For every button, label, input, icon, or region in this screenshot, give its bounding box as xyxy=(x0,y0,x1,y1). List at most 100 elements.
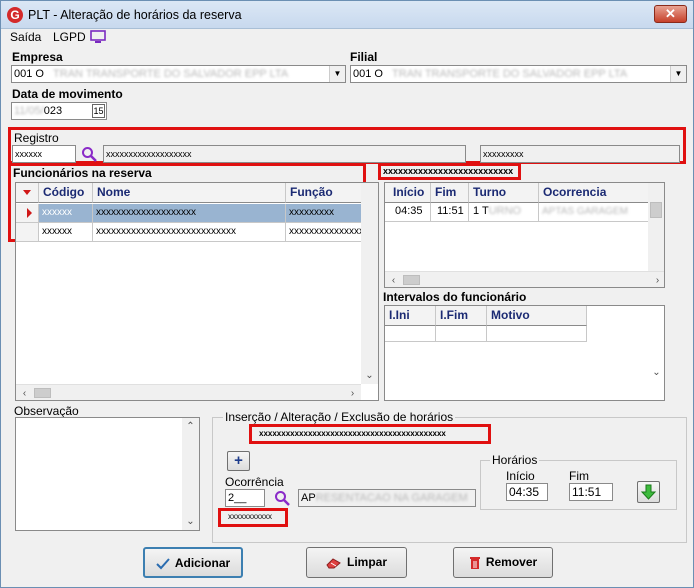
turno-visible: 1 T xyxy=(473,205,489,217)
ocorrencia-note: xxxxxxxxxxx xyxy=(228,512,272,521)
date-visible-part: 023 xyxy=(43,105,63,117)
filial-blurred-text: TRAN TRANSPORTE DO SALVADOR EPP LTA xyxy=(392,68,628,80)
row-pointer xyxy=(16,223,39,242)
table-cell[interactable]: xxxxxx xyxy=(39,204,93,223)
ocorrencia-desc-blurred: RESENTACAO NA GARAGEM xyxy=(315,492,468,504)
funcionarios-grid[interactable]: Código Nome Função xxxxxx xxxxxxxxxxxxxx… xyxy=(15,182,379,401)
menu-saida[interactable]: Saída xyxy=(10,30,41,44)
fim-label: Fim xyxy=(569,469,589,483)
date-blurred-part: 11/05/ xyxy=(14,105,44,117)
registro-code-input[interactable]: xxxxxx xyxy=(12,145,76,163)
remover-label: Remover xyxy=(485,555,538,569)
horizontal-scrollbar[interactable]: ‹ › xyxy=(385,271,664,287)
filial-select[interactable]: 001 O TRAN TRANSPORTE DO SALVADOR EPP LT… xyxy=(350,65,687,83)
table-cell[interactable]: 04:35 xyxy=(385,203,431,222)
registro-name-field: xxxxxxxxxxxxxxxxxxx xyxy=(103,145,466,163)
insercao-title: Inserção / Alteração / Exclusão de horár… xyxy=(223,410,456,424)
intervalos-title: Intervalos do funcionário xyxy=(383,290,527,304)
calendar-icon[interactable]: 15 xyxy=(92,104,105,118)
table-cell[interactable]: APTAS GARAGEM xyxy=(539,203,649,222)
col-i-fim[interactable]: I.Fim xyxy=(436,306,487,326)
adicionar-label: Adicionar xyxy=(174,556,231,570)
ocorrencia-blurred: APTAS GARAGEM xyxy=(542,206,628,217)
scroll-down-icon[interactable]: ⌄ xyxy=(182,513,199,530)
scroll-right-icon[interactable]: › xyxy=(344,385,361,400)
empresa-label: Empresa xyxy=(12,50,63,64)
scroll-left-icon[interactable]: ‹ xyxy=(385,272,402,287)
vertical-scrollbar[interactable] xyxy=(648,183,664,271)
table-cell[interactable] xyxy=(385,326,436,342)
ocorrencia-label: Ocorrência xyxy=(225,475,284,489)
caret-down-icon xyxy=(23,190,31,195)
table-cell[interactable]: 11:51 xyxy=(431,203,469,222)
intervalos-grid[interactable]: I.Ini I.Fim Motivo ⌄ xyxy=(384,305,665,401)
col-funcao[interactable]: Função xyxy=(286,183,363,203)
table-cell[interactable]: xxxxxxxxx xyxy=(286,204,363,223)
scroll-thumb[interactable] xyxy=(650,202,662,218)
horizontal-scrollbar[interactable]: ‹ › xyxy=(16,384,361,400)
confirm-down-button[interactable] xyxy=(637,481,660,503)
search-icon[interactable] xyxy=(81,146,97,162)
data-movimento-input[interactable]: 11/05/023 15 xyxy=(11,102,107,120)
empresa-select[interactable]: 001 O TRAN TRANSPORTE DO SALVADOR EPP LT… xyxy=(11,65,346,83)
table-cell[interactable]: xxxxxx xyxy=(39,223,93,242)
empresa-blurred-text: TRAN TRANSPORTE DO SALVADOR EPP LTA xyxy=(53,68,289,80)
table-cell[interactable]: 1 TURNO xyxy=(469,203,539,222)
arrow-down-icon xyxy=(640,484,657,500)
vertical-scrollbar[interactable]: ⌄ xyxy=(361,183,378,384)
registro-label: Registro xyxy=(14,131,59,145)
monitor-icon[interactable] xyxy=(90,30,106,44)
col-codigo[interactable]: Código xyxy=(39,183,93,203)
insercao-banner: xxxxxxxxxxxxxxxxxxxxxxxxxxxxxxxxxxxxxxxx… xyxy=(259,429,446,438)
remover-button[interactable]: Remover xyxy=(453,547,553,578)
app-logo-icon: G xyxy=(7,7,23,23)
vertical-scrollbar[interactable]: ⌄ xyxy=(648,306,664,400)
table-cell[interactable]: xxxxxxxxxxxxxxxxxxxx xyxy=(93,204,286,223)
row-indicator-header xyxy=(16,183,39,203)
search-icon[interactable] xyxy=(274,490,290,506)
checkmark-icon xyxy=(156,558,170,570)
ocorrencia-desc-visible: AP xyxy=(301,492,316,504)
fim-input[interactable]: 11:51 xyxy=(569,483,613,501)
scroll-left-icon[interactable]: ‹ xyxy=(16,385,33,400)
menu-lgpd[interactable]: LGPD xyxy=(53,30,86,44)
registro-extra-field: xxxxxxxxx xyxy=(480,145,680,163)
col-fim[interactable]: Fim xyxy=(431,183,469,203)
horarios-title: Horários xyxy=(490,453,540,467)
col-inicio[interactable]: Início xyxy=(385,183,431,203)
limpar-label: Limpar xyxy=(346,555,387,569)
table-cell[interactable]: xxxxxxxxxxxxxxxxxxxxxxxxxxxx xyxy=(93,223,286,242)
scroll-thumb[interactable] xyxy=(34,388,51,398)
add-row-button[interactable]: + xyxy=(227,451,250,471)
scroll-up-icon[interactable]: ⌃ xyxy=(182,418,199,435)
adicionar-button[interactable]: Adicionar xyxy=(143,547,243,578)
table-cell[interactable] xyxy=(487,326,587,342)
scroll-thumb[interactable] xyxy=(403,275,420,285)
scroll-down-icon[interactable]: ⌄ xyxy=(648,364,664,381)
title-bar: G PLT - Alteração de horários da reserva… xyxy=(1,1,693,29)
ocorrencia-desc-field: APRESENTACAO NA GARAGEM xyxy=(298,489,476,507)
scroll-right-icon[interactable]: › xyxy=(649,272,664,287)
chevron-down-icon[interactable]: ▼ xyxy=(329,66,345,82)
eraser-icon xyxy=(326,558,341,569)
vertical-scrollbar[interactable]: ⌃ ⌄ xyxy=(182,418,199,530)
ocorrencia-code-input[interactable]: 2__ xyxy=(225,489,265,507)
close-button[interactable]: ✕ xyxy=(654,5,687,23)
col-nome[interactable]: Nome xyxy=(93,183,286,203)
col-ocorrencia[interactable]: Ocorrencia xyxy=(539,183,649,203)
main-window: G PLT - Alteração de horários da reserva… xyxy=(0,0,694,588)
col-i-ini[interactable]: I.Ini xyxy=(385,306,436,326)
limpar-button[interactable]: Limpar xyxy=(306,547,407,578)
empresa-value: 001 O xyxy=(14,68,44,80)
horarios-grid[interactable]: Início Fim Turno Ocorrencia 04:35 11:51 … xyxy=(384,182,665,288)
inicio-input[interactable]: 04:35 xyxy=(506,483,548,501)
scroll-down-icon[interactable]: ⌄ xyxy=(361,367,378,384)
table-cell[interactable] xyxy=(436,326,487,342)
observacao-textarea[interactable]: ⌃ ⌄ xyxy=(15,417,200,531)
chevron-down-icon[interactable]: ▼ xyxy=(670,66,686,82)
window-title: PLT - Alteração de horários da reserva xyxy=(28,8,242,22)
col-motivo[interactable]: Motivo xyxy=(487,306,587,326)
table-cell[interactable]: xxxxxxxxxxxxxxxx xyxy=(286,223,363,242)
escala-title: xxxxxxxxxxxxxxxxxxxxxxxxxx xyxy=(383,166,514,176)
col-turno[interactable]: Turno xyxy=(469,183,539,203)
